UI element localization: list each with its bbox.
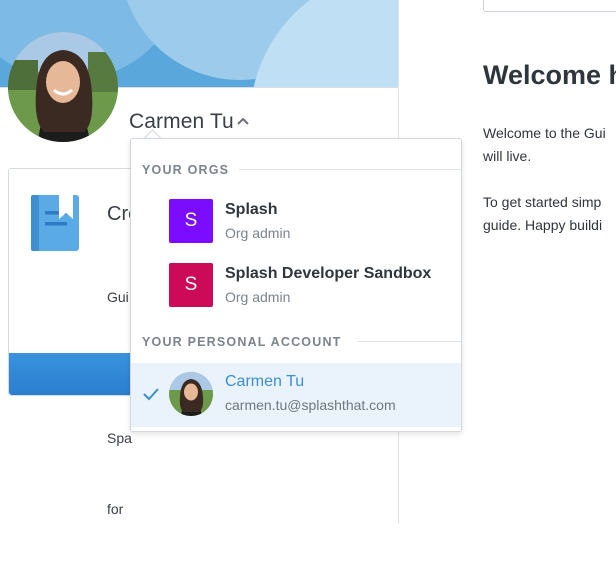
org-name: Splash <box>225 201 278 218</box>
welcome-text: Welcome to the Gui will live. To get sta… <box>483 125 606 233</box>
guide-book-icon <box>31 195 79 251</box>
page-title: Welcome h <box>483 60 616 90</box>
org-avatar: S <box>169 199 213 243</box>
org-name: Splash Developer Sandbox <box>225 265 432 282</box>
org-item-splash-developer-sandbox[interactable]: S Splash Developer Sandbox Org admin <box>131 257 461 313</box>
profile-avatar[interactable] <box>8 32 118 142</box>
personal-account-heading: YOUR PERSONAL ACCOUNT <box>142 335 342 349</box>
orgs-heading-rule <box>239 169 461 170</box>
personal-name: Carmen Tu <box>225 373 305 390</box>
personal-account-item[interactable]: Carmen Tu carmen.tu@splashthat.com <box>131 363 461 427</box>
checkmark-icon <box>143 388 159 401</box>
org-item-splash[interactable]: S Splash Org admin <box>131 193 461 249</box>
personal-email: carmen.tu@splashthat.com <box>225 397 396 413</box>
org-avatar: S <box>169 263 213 307</box>
profile-name-toggle[interactable]: Carmen Tu <box>129 110 234 134</box>
personal-avatar <box>169 372 213 416</box>
orgs-heading: YOUR ORGS <box>142 163 230 177</box>
org-role: Org admin <box>225 225 291 241</box>
account-switcher-dropdown: YOUR ORGS S Splash Org admin S Splash De… <box>130 138 462 432</box>
card-text: Gui feat Spa for <box>107 289 132 517</box>
personal-heading-rule <box>357 341 461 342</box>
org-role: Org admin <box>225 289 291 305</box>
chevron-up-icon[interactable] <box>236 116 250 126</box>
top-search-input[interactable] <box>483 0 616 12</box>
